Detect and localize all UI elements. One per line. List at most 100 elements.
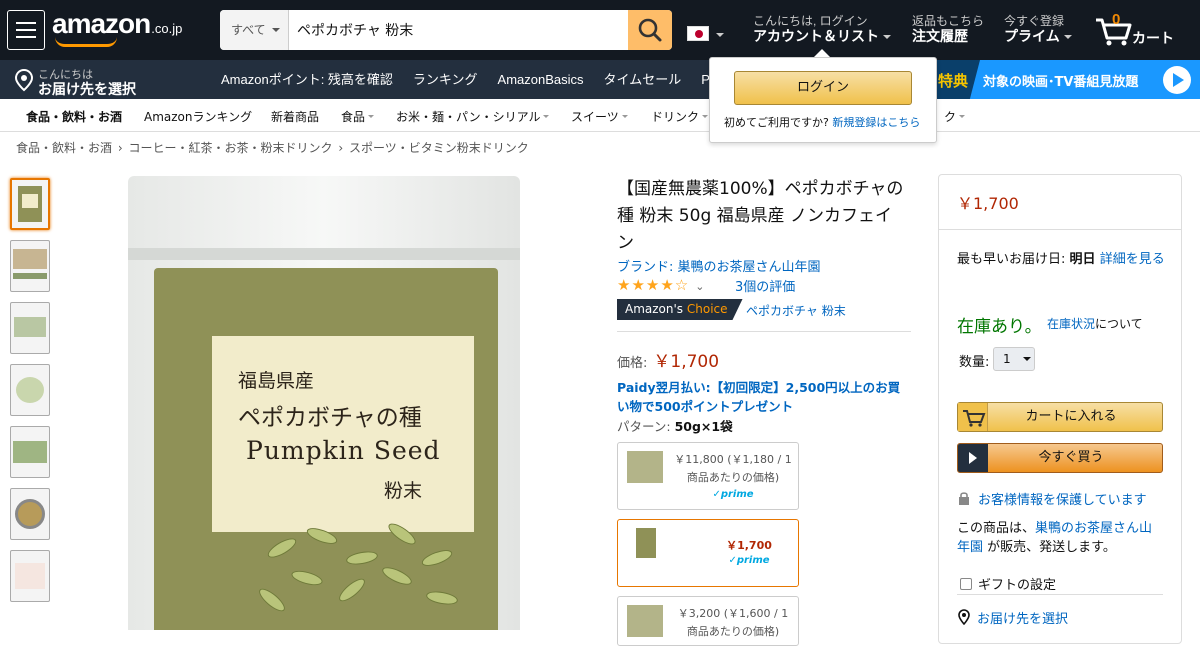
category-food[interactable]: 食品: [341, 108, 374, 125]
prime-label: プライム: [1004, 28, 1060, 44]
play-icon: [1163, 66, 1191, 94]
quantity-select[interactable]: 1: [993, 347, 1035, 371]
category-sweets[interactable]: スイーツ: [571, 108, 628, 125]
location-pin-icon: [14, 68, 34, 92]
ship-to-link[interactable]: お届け先を選択: [977, 612, 1068, 627]
thumbnail-4[interactable]: [10, 364, 50, 416]
option-thumbnail: [627, 605, 663, 637]
breadcrumb-separator: ›: [117, 141, 123, 155]
search-icon: [638, 18, 662, 42]
breadcrumb-link[interactable]: スポーツ・ビタミン粉末ドリンク: [349, 141, 529, 155]
orders-link[interactable]: 返品もこちら 注文履歴: [912, 14, 984, 45]
paidy-promo-link[interactable]: Paidy翌月払い:【初回限定】2,500円以上のお買い物で500ポイントプレゼ…: [617, 378, 909, 416]
account-lists-menu[interactable]: こんにちは, ログイン アカウント＆リスト: [753, 14, 891, 45]
account-label: アカウント＆リスト: [753, 28, 879, 44]
prime-signup-text: 今すぐ登録: [1004, 14, 1065, 28]
subnav-links: Amazonポイント: 残高を確認 ランキング AmazonBasics タイム…: [221, 60, 730, 99]
category-drinks[interactable]: ドリンク: [651, 108, 708, 125]
pattern-row: パターン: 50g×1袋: [617, 416, 733, 435]
cart-icon: [958, 403, 988, 431]
cart-button[interactable]: 0 カート: [1094, 11, 1180, 48]
thumbnail-2[interactable]: [10, 240, 50, 292]
top-nav-bar: amazon.co.jp すべて こんにちは, ログイン アカウント＆リスト 返…: [0, 0, 1200, 60]
price-value: ￥1,700: [653, 352, 720, 372]
search-button[interactable]: [628, 10, 672, 50]
option-price: ￥11,800 (￥1,180 / 1商品あたりの価格): [674, 453, 792, 484]
breadcrumb-link[interactable]: コーヒー・紅茶・お茶・粉末ドリンク: [128, 141, 332, 155]
chevron-down-icon: [1063, 34, 1072, 43]
register-link[interactable]: 新規登録はこちら: [832, 116, 920, 129]
delivery-info: 最も早いお届け日: 明日 詳細を見る: [957, 252, 1165, 267]
chevron-down-icon: [1023, 357, 1031, 365]
login-flyout: ログイン 初めてご利用ですか? 新規登録はこちら: [709, 49, 937, 143]
category-new[interactable]: 新着商品: [271, 108, 319, 125]
chevron-down-icon: ⌄: [695, 280, 706, 293]
search-category-select[interactable]: すべて: [220, 10, 289, 50]
location-pin-icon: [958, 609, 970, 626]
amazon-logo[interactable]: amazon.co.jp: [52, 8, 182, 48]
greeting-text: こんにちは, ログイン: [753, 14, 868, 28]
orders-label: 注文履歴: [912, 28, 968, 44]
chevron-down-icon: [883, 34, 891, 43]
thumbnail-7[interactable]: [10, 550, 50, 602]
pattern-option-2pack[interactable]: ￥3,200 (￥1,600 / 1商品あたりの価格): [617, 596, 799, 646]
star-rating-icon: ★★★★☆: [617, 276, 690, 294]
gift-checkbox[interactable]: [960, 578, 972, 590]
category-more[interactable]: ク: [944, 108, 965, 125]
thumbnail-1[interactable]: [10, 178, 50, 230]
subnav-link-basics[interactable]: AmazonBasics: [498, 60, 584, 99]
delivery-details-link[interactable]: 詳細を見る: [1100, 252, 1165, 267]
prime-menu[interactable]: 今すぐ登録 プライム: [1004, 14, 1072, 45]
label-line-1: 福島県産: [238, 370, 315, 392]
deliver-label: お届け先を選択: [38, 81, 136, 97]
pattern-label: パターン:: [617, 419, 671, 434]
cart-label: カート: [1132, 30, 1174, 46]
category-food-drink[interactable]: 食品・飲料・お酒: [26, 108, 122, 125]
cart-count: 0: [1112, 11, 1121, 28]
new-customer-text: 初めてご利用ですか? 新規登録はこちら: [724, 116, 921, 129]
breadcrumb: 食品・飲料・お酒 › コーヒー・紅茶・お茶・粉末ドリンク › スポーツ・ビタミン…: [16, 139, 531, 156]
rating-stars[interactable]: ★★★★☆ ⌄: [617, 276, 705, 294]
product-title: 【国産無農薬100%】ペポカボチャの種 粉末 50g 福島県産 ノンカフェイン: [617, 179, 904, 253]
pattern-value: 50g×1袋: [674, 419, 733, 434]
secure-link[interactable]: お客様情報を保護しています: [978, 493, 1147, 508]
product-label: 福島県産 ペポカボチャの種 Pumpkin Seed 粉末: [212, 336, 474, 532]
login-button[interactable]: ログイン: [734, 71, 912, 105]
stock-status-link[interactable]: 在庫状況: [1047, 317, 1095, 331]
search-input[interactable]: [289, 10, 628, 50]
subnav-link-ranking[interactable]: ランキング: [413, 60, 478, 99]
choice-keyword-link[interactable]: ペポカボチャ 粉末: [746, 302, 846, 319]
product-bag-image: 福島県産 ペポカボチャの種 Pumpkin Seed 粉末: [128, 176, 520, 630]
label-line-4: 粉末: [384, 480, 423, 502]
thumbnail-3[interactable]: [10, 302, 50, 354]
prime-video-promo[interactable]: 特典 対象の映画･TV番組見放題: [934, 60, 1200, 99]
stock-status: 在庫あり。: [957, 317, 1042, 337]
label-line-3: Pumpkin Seed: [246, 436, 441, 465]
category-rice-noodles[interactable]: お米・麺・パン・シリアル: [396, 108, 549, 125]
pattern-option-10pack[interactable]: ￥11,800 (￥1,180 / 1商品あたりの価格) ✓prime: [617, 442, 799, 510]
thumbnail-6[interactable]: [10, 488, 50, 540]
option-thumbnail: [636, 528, 656, 558]
chevron-down-icon: [272, 28, 280, 36]
subnav-link-points[interactable]: Amazonポイント: 残高を確認: [221, 60, 393, 99]
gift-option[interactable]: ギフトの設定: [960, 574, 1056, 593]
menu-hamburger-icon[interactable]: [7, 10, 45, 50]
ship-to-selector[interactable]: お届け先を選択: [957, 608, 1068, 627]
prime-badge-icon: ✓prime: [728, 555, 770, 566]
brand-link[interactable]: ブランド: 巣鴨のお茶屋さん山年園: [617, 256, 821, 275]
subnav-link-timesale[interactable]: タイムセール: [604, 60, 682, 99]
breadcrumb-link[interactable]: 食品・飲料・お酒: [16, 141, 112, 155]
category-ranking[interactable]: Amazonランキング: [144, 108, 252, 125]
amazons-choice-badge: Amazon's Choice: [617, 299, 743, 320]
breadcrumb-separator: ›: [338, 141, 344, 155]
japan-flag-icon[interactable]: [687, 26, 709, 41]
buy-now-button[interactable]: 今すぐ買う: [957, 443, 1163, 473]
promo-lead-text: 特典: [938, 72, 969, 90]
price-row: 価格: ￥1,700: [617, 347, 719, 372]
add-to-cart-button[interactable]: カートに入れる: [957, 402, 1163, 432]
main-product-image[interactable]: 福島県産 ペポカボチャの種 Pumpkin Seed 粉末: [122, 176, 520, 630]
pattern-option-1pack[interactable]: ￥1,700 ✓prime: [617, 519, 799, 587]
search-bar: すべて: [220, 10, 672, 50]
ratings-count-link[interactable]: 3個の評価: [735, 276, 795, 295]
thumbnail-5[interactable]: [10, 426, 50, 478]
